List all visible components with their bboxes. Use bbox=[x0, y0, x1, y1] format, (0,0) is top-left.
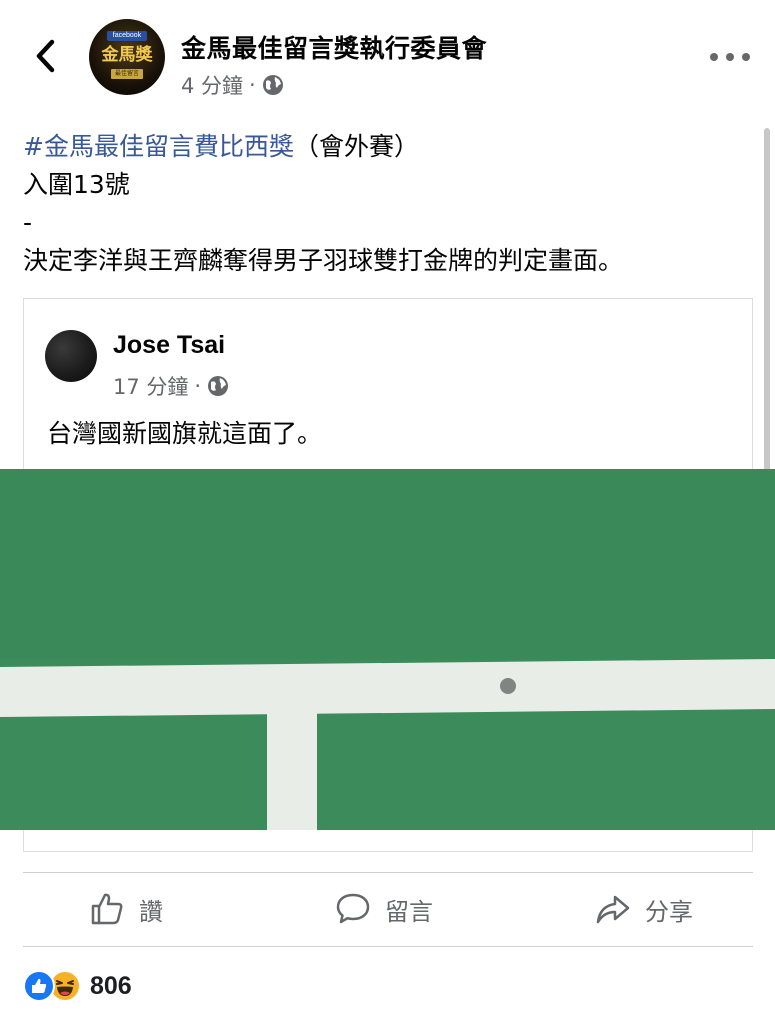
back-chevron-icon bbox=[36, 39, 55, 73]
more-dots-icon bbox=[710, 53, 718, 61]
like-reaction-icon bbox=[23, 970, 55, 1002]
globe-icon bbox=[208, 376, 229, 396]
shared-user-name[interactable]: Jose Tsai bbox=[113, 331, 225, 360]
hashtag-link[interactable]: #金馬最佳留言費比西獎 bbox=[23, 132, 294, 161]
post-line-1: #金馬最佳留言費比西獎（會外賽） bbox=[23, 128, 763, 166]
post-actions-bar: 讚 留言 分享 bbox=[23, 873, 753, 945]
share-label: 分享 bbox=[645, 897, 693, 926]
shared-time[interactable]: 17 分鐘 bbox=[113, 371, 188, 401]
post-line-2: 入圍13號 bbox=[23, 170, 130, 199]
post-line-4: 決定李洋與王齊麟奪得男子羽球雙打金牌的判定畫面。 bbox=[23, 246, 624, 275]
share-button[interactable]: 分享 bbox=[595, 873, 693, 945]
share-arrow-icon bbox=[596, 895, 630, 924]
shared-meta: 17 分鐘 · bbox=[113, 371, 229, 401]
reaction-count[interactable]: 806 bbox=[90, 972, 132, 1001]
globe-icon bbox=[262, 75, 283, 95]
comment-bubble-icon bbox=[336, 893, 370, 924]
shared-post-text: 台灣國新國旗就這面了。 bbox=[47, 419, 323, 448]
post-time[interactable]: 4 分鐘 bbox=[181, 70, 243, 100]
post-line-3: - bbox=[23, 208, 33, 237]
shared-meta-separator: · bbox=[194, 374, 202, 398]
meta-separator: · bbox=[249, 73, 256, 97]
actions-divider-bottom bbox=[23, 946, 753, 947]
post-meta: 4 分鐘 · bbox=[181, 70, 284, 100]
like-button[interactable]: 讚 bbox=[89, 873, 163, 945]
post-body: #金馬最佳留言費比西獎（會外賽） 入圍13號 - 決定李洋與王齊麟奪得男子羽球雙… bbox=[23, 128, 763, 280]
back-button[interactable] bbox=[28, 36, 62, 76]
more-options-button[interactable] bbox=[710, 44, 750, 70]
post-header: facebook 金馬獎 最佳留言 金馬最佳留言獎執行委員會 4 分鐘 · bbox=[0, 0, 775, 110]
comment-button[interactable]: 留言 bbox=[335, 873, 433, 945]
avatar-badge-main: 金馬獎 bbox=[101, 45, 153, 65]
page-avatar[interactable]: facebook 金馬獎 最佳留言 bbox=[89, 19, 165, 95]
avatar-badge-top: facebook bbox=[107, 31, 147, 41]
hashtag-suffix: （會外賽） bbox=[293, 132, 419, 161]
page-name[interactable]: 金馬最佳留言獎執行委員會 bbox=[181, 29, 487, 65]
like-thumb-icon bbox=[91, 893, 123, 925]
avatar-badge-sub: 最佳留言 bbox=[111, 69, 143, 79]
like-label: 讚 bbox=[139, 897, 163, 926]
comment-label: 留言 bbox=[385, 897, 433, 926]
reactions-summary[interactable]: 806 bbox=[23, 966, 132, 1006]
shared-user-avatar[interactable] bbox=[45, 330, 97, 382]
badminton-court-image[interactable] bbox=[0, 469, 775, 830]
